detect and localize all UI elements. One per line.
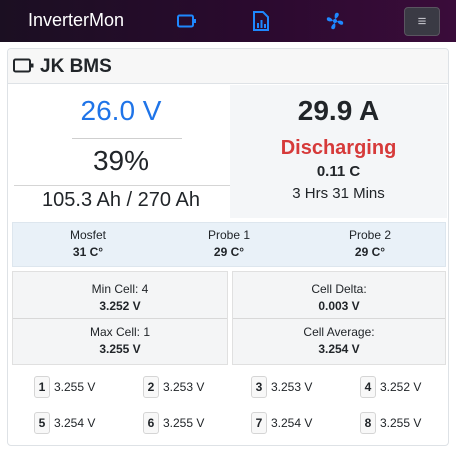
- delta-average-box: Cell Delta: 0.003 V Cell Average: 3.254 …: [232, 271, 446, 365]
- cell-voltage: 3.255 V: [380, 416, 422, 430]
- cell-average-label: Cell Average:: [303, 325, 375, 339]
- divider: [233, 318, 445, 319]
- hamburger-icon: ≡: [417, 13, 427, 30]
- max-cell-label: Max Cell: 1: [89, 325, 151, 339]
- card-header: JK BMS: [8, 49, 448, 84]
- battery-icon[interactable]: [176, 10, 198, 32]
- charge-status: Discharging: [280, 137, 397, 159]
- cell-voltage: 3.253 V: [163, 380, 205, 394]
- cell-item: 2 3.253 V: [143, 375, 204, 399]
- min-cell-label: Min Cell: 4: [91, 282, 149, 296]
- cell-item: 4 3.252 V: [360, 375, 421, 399]
- cell-voltage: 3.254 V: [54, 416, 96, 430]
- pack-current: 29.9 A: [297, 95, 380, 126]
- cell-item: 3 3.253 V: [251, 375, 312, 399]
- temperature-row: Mosfet 31 C° Probe 1 29 C° Probe 2 29 C°: [12, 222, 446, 267]
- cell-number-badge: 8: [360, 412, 376, 434]
- chart-icon[interactable]: [250, 10, 272, 32]
- cell-average-value: 3.254 V: [318, 342, 360, 356]
- cell-delta-label: Cell Delta:: [311, 282, 367, 296]
- state-of-charge: 39%: [92, 145, 150, 176]
- temp-label: Probe 1: [207, 228, 251, 242]
- max-cell-value: 3.255 V: [99, 342, 141, 356]
- temp-mosfet: Mosfet 31 C°: [33, 228, 143, 259]
- max-cell-stat: Max Cell: 1 3.255 V: [13, 325, 227, 356]
- app-brand[interactable]: InverterMon: [28, 10, 124, 31]
- capacity-readout: 105.3 Ah / 270 Ah: [42, 189, 200, 211]
- min-cell-stat: Min Cell: 4 3.252 V: [13, 282, 227, 313]
- current-panel: 29.9 A Discharging 0.11 C 3 Hrs 31 Mins: [230, 85, 447, 218]
- battery-icon: [13, 58, 35, 79]
- cell-number-badge: 3: [251, 376, 267, 398]
- temp-value: 29 C°: [354, 245, 386, 259]
- cell-number-badge: 1: [34, 376, 50, 398]
- cell-voltage: 3.252 V: [380, 380, 422, 394]
- fan-icon[interactable]: [324, 10, 346, 32]
- divider: [72, 138, 182, 139]
- cell-delta-stat: Cell Delta: 0.003 V: [233, 282, 445, 313]
- top-navbar: InverterMon ≡: [0, 0, 456, 42]
- temp-label: Probe 2: [348, 228, 392, 242]
- card-title: JK BMS: [40, 56, 112, 77]
- cell-delta-value: 0.003 V: [318, 299, 360, 313]
- min-cell-value: 3.252 V: [99, 299, 141, 313]
- cell-number-badge: 2: [143, 376, 159, 398]
- temp-probe-2: Probe 2 29 C°: [315, 228, 425, 259]
- cell-item: 7 3.254 V: [251, 411, 312, 435]
- cell-number-badge: 4: [360, 376, 376, 398]
- runtime-estimate: 3 Hrs 31 Mins: [292, 185, 385, 202]
- cell-number-badge: 6: [143, 412, 159, 434]
- temp-value: 29 C°: [213, 245, 245, 259]
- divider: [14, 185, 230, 186]
- cell-item: 8 3.255 V: [360, 411, 421, 435]
- cell-voltage: 3.253 V: [271, 380, 313, 394]
- min-max-cell-box: Min Cell: 4 3.252 V Max Cell: 1 3.255 V: [12, 271, 228, 365]
- menu-toggle-button[interactable]: ≡: [404, 7, 440, 36]
- cell-item: 6 3.255 V: [143, 411, 204, 435]
- cell-voltage: 3.255 V: [163, 416, 205, 430]
- cell-number-badge: 5: [34, 412, 50, 434]
- temp-label: Mosfet: [69, 228, 106, 242]
- cell-number-badge: 7: [251, 412, 267, 434]
- temp-value: 31 C°: [72, 245, 104, 259]
- pack-voltage: 26.0 V: [80, 95, 162, 126]
- cell-voltage: 3.254 V: [271, 416, 313, 430]
- cell-average-stat: Cell Average: 3.254 V: [233, 325, 445, 356]
- divider: [13, 318, 227, 319]
- bms-card: JK BMS 26.0 V 39% 105.3 Ah / 270 Ah 29.9…: [7, 48, 449, 446]
- cell-item: 1 3.255 V: [34, 375, 95, 399]
- cell-item: 5 3.254 V: [34, 411, 95, 435]
- temp-probe-1: Probe 1 29 C°: [174, 228, 284, 259]
- c-rate: 0.11 C: [316, 163, 361, 180]
- cell-voltage: 3.255 V: [54, 380, 96, 394]
